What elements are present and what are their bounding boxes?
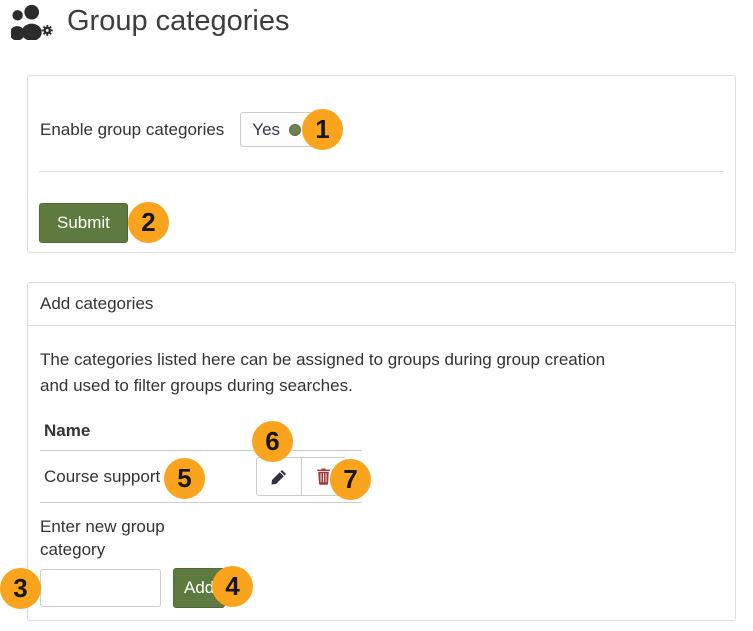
step-badge-6: 6 [252,421,293,462]
enable-categories-label: Enable group categories [40,120,224,140]
description-line-2: and used to filter groups during searche… [40,376,353,395]
step-badge-1: 1 [302,109,343,150]
form-divider [39,171,724,172]
new-category-row: Add [40,568,723,608]
trash-icon [316,468,331,485]
edit-category-button[interactable] [257,458,301,495]
enable-categories-row: Enable group categories Yes [40,112,723,147]
categories-description: The categories listed here can be assign… [40,347,723,399]
users-gear-icon [11,3,57,40]
new-category-label: Enter new group category [40,515,190,561]
panel-heading: Add categories [28,283,735,326]
group-categories-page: Group categories Enable group categories… [0,0,753,631]
name-column-header: Name [40,417,252,451]
step-badge-7: 7 [330,459,371,500]
step-badge-2: 2 [128,202,169,243]
pencil-icon [271,469,287,485]
page-title: Group categories [11,3,289,40]
add-categories-panel: Add categories The categories listed her… [27,282,736,621]
new-category-section: Enter new group category Add [40,515,723,608]
new-category-input[interactable] [40,569,161,607]
circle-dot-icon [289,124,301,136]
panel-body: The categories listed here can be assign… [28,326,735,608]
toggle-state-label: Yes [252,120,280,140]
submit-button[interactable]: Submit [39,203,128,243]
step-badge-4: 4 [212,566,253,607]
category-name-cell: Course support [40,451,252,503]
step-badge-5: 5 [164,458,205,499]
step-badge-3: 3 [0,568,41,609]
table-header-row: Name [40,417,362,451]
description-line-1: The categories listed here can be assign… [40,350,605,369]
page-title-text: Group categories [67,5,289,38]
